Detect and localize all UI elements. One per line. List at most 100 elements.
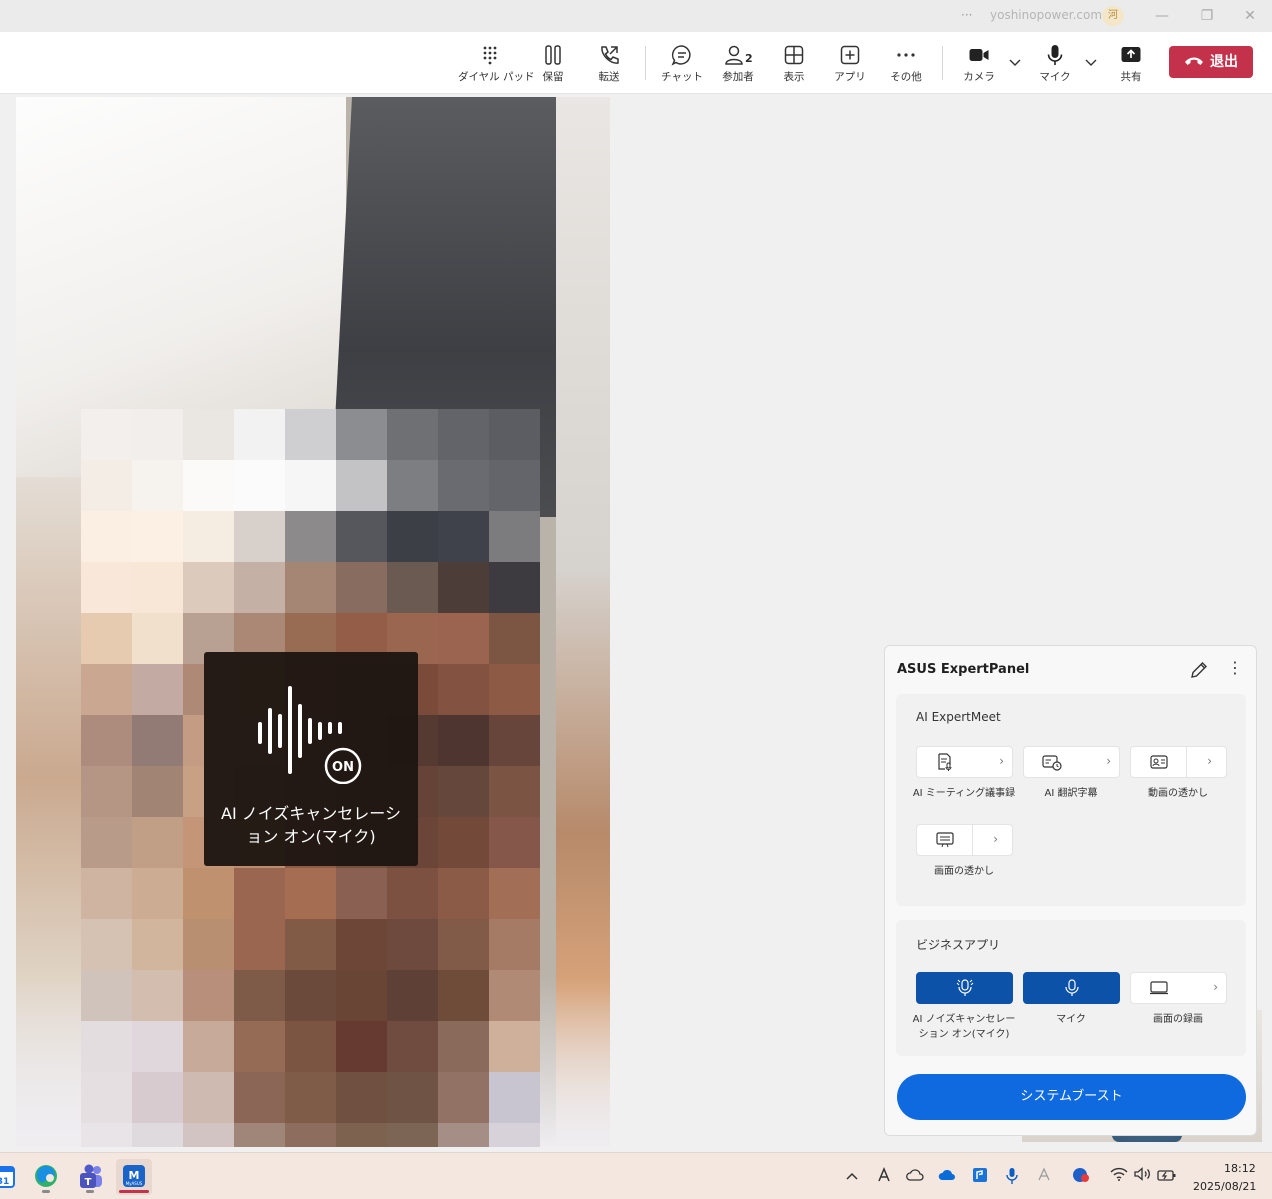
onedrive-icon[interactable] [937, 1167, 957, 1187]
camera-label: カメラ [963, 71, 995, 83]
chevron-right-icon: › [993, 832, 998, 846]
edit-pencil-icon[interactable] [1189, 660, 1209, 680]
participants-icon: 2 [706, 42, 770, 68]
ai-noise-cancel-toggle[interactable] [916, 972, 1013, 1004]
video-watermark-button[interactable]: › [1130, 746, 1227, 778]
mosaic-cell [81, 970, 132, 1021]
panel-more-icon[interactable]: ⋮ [1225, 658, 1245, 678]
mosaic-cell [234, 460, 285, 511]
leave-button[interactable]: 退出 [1169, 46, 1253, 78]
ime-icon[interactable] [874, 1167, 894, 1187]
participants-count: 2 [745, 52, 753, 65]
volume-icon[interactable] [1133, 1167, 1153, 1187]
mosaic-cell [132, 511, 183, 562]
mosaic-cell [387, 868, 438, 919]
mic-button[interactable]: マイク [1023, 42, 1087, 88]
mosaic-cell [132, 868, 183, 919]
screen-watermark-button[interactable]: › [916, 824, 1013, 856]
mosaic-cell [489, 511, 540, 562]
hang-up-icon [1185, 57, 1203, 65]
panel-title: ASUS ExpertPanel [897, 662, 1030, 677]
mosaic-cell [234, 868, 285, 919]
microphone-toggle[interactable] [1023, 972, 1120, 1004]
mosaic-cell [438, 817, 489, 868]
business-apps-section: ビジネスアプリ AI ノイズキャンセレーション オン(マイク) マイク › 画面… [896, 920, 1246, 1056]
pause-icon [521, 42, 585, 68]
chevron-right-icon: › [1207, 754, 1212, 768]
hold-button[interactable]: 保留 [521, 42, 585, 88]
transfer-button[interactable]: 転送 [577, 42, 641, 88]
myasus-app-icon[interactable]: M MyASUS [116, 1159, 152, 1195]
svg-text:T: T [85, 1177, 92, 1188]
clock-time[interactable]: 18:12 [1224, 1162, 1256, 1175]
mosaic-cell [438, 919, 489, 970]
mosaic-cell [336, 511, 387, 562]
mic-options-chevron-icon[interactable] [1083, 52, 1099, 72]
running-indicator [42, 1190, 50, 1193]
share-button[interactable]: 共有 [1099, 42, 1163, 88]
asus-expertpanel: ASUS ExpertPanel ⋮ AI ExpertMeet › AI ミー… [884, 645, 1257, 1136]
close-icon[interactable]: ✕ [1238, 5, 1262, 27]
translation-subtitle-icon [1024, 747, 1080, 777]
chat-button[interactable]: チャット [650, 42, 714, 88]
mosaic-cell [438, 868, 489, 919]
mosaic-cell [183, 970, 234, 1021]
mosaic-cell [132, 817, 183, 868]
ai-noise-cancel-icon [917, 973, 1012, 1003]
participants-label: 参加者 [722, 71, 754, 83]
chevron-right-icon: › [999, 754, 1004, 768]
mosaic-cell [234, 409, 285, 460]
mosaic-cell [132, 1021, 183, 1072]
clock-date[interactable]: 2025/08/21 [1193, 1180, 1256, 1193]
mosaic-cell [387, 1021, 438, 1072]
show-hidden-icons-chevron-icon[interactable] [842, 1167, 862, 1187]
mosaic-cell [438, 1072, 489, 1123]
toolbar-divider [942, 46, 943, 80]
cloud-icon[interactable] [905, 1167, 925, 1187]
meeting-notes-label: AI ミーティング議事録 [912, 788, 1016, 799]
mosaic-cell [489, 817, 540, 868]
mosaic-cell [336, 562, 387, 613]
more-options-icon[interactable]: ··· [961, 8, 972, 22]
mosaic-cell [336, 460, 387, 511]
font-ime-icon[interactable] [1034, 1167, 1054, 1187]
camera-button[interactable]: カメラ [947, 42, 1011, 88]
window-title-bar: ··· yoshinopower.com 河 — ❐ ✕ [0, 0, 1272, 32]
mosaic-cell [132, 664, 183, 715]
more-button[interactable]: その他 [874, 42, 938, 88]
mosaic-cell [234, 562, 285, 613]
svg-text:31: 31 [0, 1177, 9, 1187]
meeting-notes-button[interactable]: › [916, 746, 1013, 778]
chevron-right-icon: › [1106, 754, 1111, 768]
windows-update-icon[interactable] [970, 1167, 990, 1187]
dialpad-button[interactable]: ダイヤル パッド [458, 42, 535, 88]
mosaic-cell [285, 1123, 336, 1147]
apps-button[interactable]: アプリ [818, 42, 882, 88]
account-name[interactable]: yoshinopower.com [990, 8, 1102, 22]
minimize-icon[interactable]: — [1150, 5, 1174, 27]
system-boost-button[interactable]: システムブースト [897, 1074, 1246, 1120]
edge-browser-icon[interactable] [28, 1159, 64, 1195]
participants-button[interactable]: 2 参加者 [706, 42, 770, 88]
microphone-icon [1024, 973, 1119, 1003]
mosaic-cell [132, 1123, 183, 1147]
security-shield-icon[interactable] [1071, 1167, 1091, 1187]
noise-cancel-status-text: AI ノイズキャンセレーション オン(マイク) [221, 804, 401, 846]
microphone-in-use-icon[interactable] [1002, 1167, 1022, 1187]
screen-record-button[interactable]: › [1130, 972, 1227, 1004]
dialpad-icon [458, 42, 522, 68]
translation-subtitle-button[interactable]: › [1023, 746, 1120, 778]
mosaic-cell [438, 460, 489, 511]
on-badge: ON [332, 760, 354, 775]
teams-app-icon[interactable]: T [72, 1159, 108, 1195]
avatar[interactable]: 河 [1102, 6, 1124, 26]
restore-icon[interactable]: ❐ [1195, 5, 1219, 27]
myasus-icon-label: MyASUS [126, 1181, 143, 1186]
mosaic-cell [285, 562, 336, 613]
camera-options-chevron-icon[interactable] [1007, 52, 1023, 72]
wifi-icon[interactable] [1109, 1167, 1129, 1187]
calendar-app-icon[interactable]: 31 [0, 1159, 22, 1195]
view-button[interactable]: 表示 [762, 42, 826, 88]
mosaic-cell [285, 460, 336, 511]
battery-charging-icon[interactable] [1157, 1167, 1177, 1187]
